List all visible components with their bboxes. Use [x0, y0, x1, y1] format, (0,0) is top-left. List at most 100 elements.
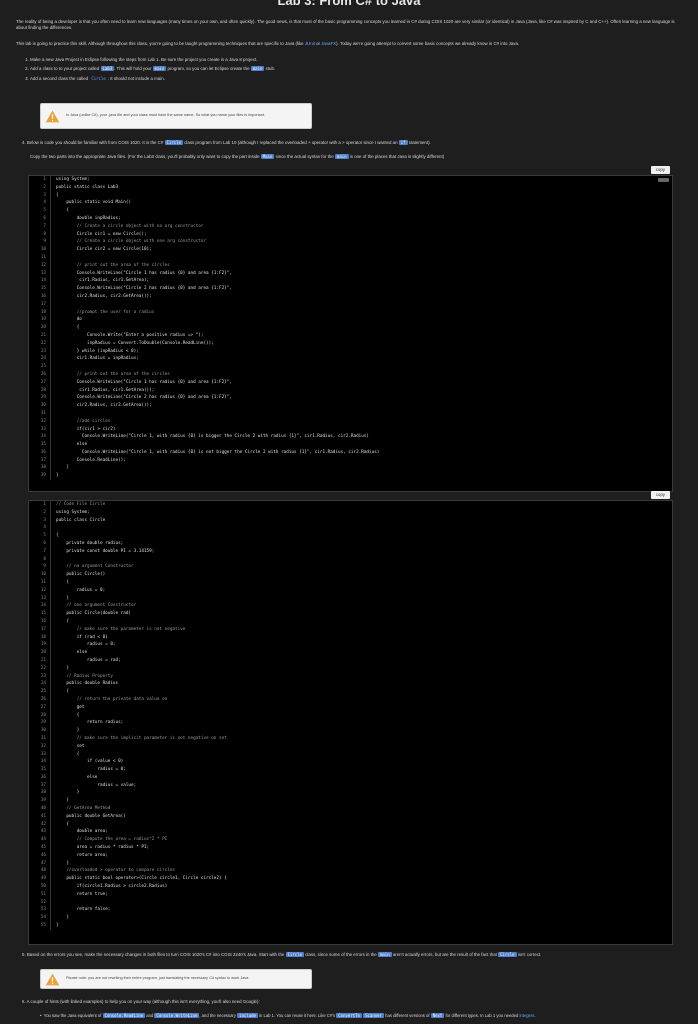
code-line: 15 public Circle(double rad) — [29, 610, 672, 618]
line-code: radius = value; — [56, 782, 137, 788]
code-line: 28 { — [29, 711, 672, 720]
code-line: 20 { — [29, 324, 672, 332]
line-number: 13 — [29, 594, 51, 603]
line-number: 33 — [29, 425, 51, 434]
code-line: 32 set — [29, 742, 672, 751]
line-code: Circle cir2 = new Circle(10); — [56, 247, 152, 253]
line-code: if(cir1 > cir2) — [56, 426, 116, 432]
line-number: 9 — [29, 238, 51, 247]
line-number: 32 — [29, 742, 51, 751]
code-line: 17 — [29, 300, 672, 309]
line-number: 33 — [29, 750, 51, 759]
copy-text-c: is one of the places that Java is slight… — [348, 154, 445, 159]
integers-link[interactable]: integers — [519, 1013, 534, 1018]
code-line: 3{ — [29, 191, 672, 200]
line-number: 15 — [29, 610, 51, 618]
code-line: 11 — [29, 253, 672, 262]
line-number: 4 — [29, 199, 51, 208]
code-writeline: Console.WriteLine — [154, 1013, 200, 1018]
copy-button-1[interactable]: copy — [650, 166, 670, 174]
code-line: 14 // one argument Constructor — [29, 602, 672, 611]
line-code: public static class Lab3 — [56, 184, 119, 190]
line-number: 29 — [29, 719, 51, 728]
code-line: 2 using System; — [29, 508, 672, 517]
code-main-copy: main — [334, 154, 349, 159]
line-code: else — [56, 650, 88, 656]
hint-text-and: and — [145, 1013, 155, 1018]
line-number: 2 — [29, 508, 51, 517]
code-line: 35 else — [29, 441, 672, 449]
code-line: 23 } while (inpRadius < 0); — [29, 347, 672, 356]
line-code: // make sure the implicit parameter is n… — [56, 735, 227, 741]
code-line: 13 Console.WriteLine("Circle 1 has radiu… — [29, 269, 672, 278]
line-number: 18 — [29, 308, 51, 317]
code-block-circle[interactable]: copy 1// Code File Circle 2 using System; 3… — [28, 491, 673, 945]
line-number: 52 — [29, 898, 51, 907]
code-line: 29 return radius; — [29, 719, 672, 728]
intro-text-a: This lab is going to practice this skill… — [16, 41, 305, 46]
copy-button-2[interactable]: copy — [650, 491, 670, 499]
code-line: 11 { — [29, 578, 672, 587]
code-line: 10 public Circle() — [29, 571, 672, 579]
line-code: if(circle1.Radius > circle2.Radius) — [56, 884, 168, 890]
line-number: 28 — [29, 386, 51, 395]
line-number: 55 — [29, 922, 51, 930]
line-code: private const double PI = 3.14159; — [56, 548, 155, 554]
line-code: //prompt the user for a radius — [56, 309, 155, 315]
code-line: 7 private const double PI = 3.14159; — [29, 547, 672, 556]
code-line: 49 public static bool operator>(Circle c… — [29, 875, 672, 884]
line-number: 38 — [29, 789, 51, 798]
step-4-text-b: class program from Lab 10 (although I re… — [182, 140, 399, 145]
steps-list: Make a new Java Project in Eclipse follo… — [20, 57, 670, 85]
line-code: } — [56, 728, 80, 734]
line-number: 22 — [29, 339, 51, 348]
code-line: 4 — [29, 524, 672, 533]
step-3-text-b: . It should not include a main. — [107, 75, 165, 81]
line-number: 39 — [29, 472, 51, 481]
line-number: 20 — [29, 324, 51, 332]
line-code: public double Radius — [56, 681, 119, 687]
line-code: Circle cir1 = new Circle(); — [56, 231, 147, 237]
line-code: public Circle() — [56, 572, 106, 578]
line-code: Console.ReadLine(); — [56, 457, 126, 463]
line-code: Console.WriteLine("Circle 1, with radius… — [56, 434, 370, 440]
hint-text-a: You saw the Java equivalent of — [43, 1013, 103, 1018]
line-number: 23 — [29, 347, 51, 356]
code-line: 34 Console.WriteLine("Circle 1, with rad… — [29, 433, 672, 442]
code-line: 37 Console.ReadLine(); — [29, 456, 672, 465]
line-code: return true; — [56, 891, 108, 897]
line-code: using System; — [56, 177, 90, 182]
code-line: 21 Console.Write("Enter a positive radiu… — [29, 331, 672, 340]
line-number: 25 — [29, 363, 51, 371]
line-number: 3 — [29, 516, 51, 525]
code-circle-step5a: Circle — [285, 952, 305, 957]
code-block-lab3[interactable]: copy 1 using System; 2 public static class … — [28, 166, 673, 492]
junit-link[interactable]: JUnit — [305, 41, 315, 46]
code-line: 18 //prompt the user for a radius — [29, 308, 672, 317]
line-code: } — [56, 790, 80, 796]
line-number: 16 — [29, 292, 51, 301]
code-include: include — [237, 1013, 258, 1018]
line-number: 14 — [29, 602, 51, 611]
code-line: 9 // Create a circle object with one arg… — [29, 238, 672, 247]
line-number: 10 — [29, 571, 51, 579]
code-line: 50 if(circle1.Radius > circle2.Radius) — [29, 883, 672, 891]
line-code: { — [56, 579, 69, 585]
line-code: if (rad < 0) — [56, 634, 108, 640]
line-code: // return the private data value on — [56, 696, 168, 702]
line-number: 50 — [29, 883, 51, 891]
code-line: 34 if (value < 0) — [29, 758, 672, 767]
line-code: radius = 0; — [56, 587, 106, 593]
javafx-link[interactable]: JavaFX — [321, 41, 336, 46]
code-line: 1 using System; — [29, 176, 672, 184]
step-5-text-b: class, since some of the errors in the — [304, 952, 378, 957]
note-text-2: Please note: you are not rewriting their… — [66, 976, 249, 981]
line-number: 6 — [29, 539, 51, 548]
line-number: 19 — [29, 641, 51, 650]
line-code: area = radius * radius * PI; — [56, 845, 150, 851]
code-line: 4 public static void Main() — [29, 199, 672, 208]
code-line: 30 } — [29, 727, 672, 735]
code-line: 38 } — [29, 464, 672, 473]
line-code: public class Circle — [56, 517, 106, 523]
